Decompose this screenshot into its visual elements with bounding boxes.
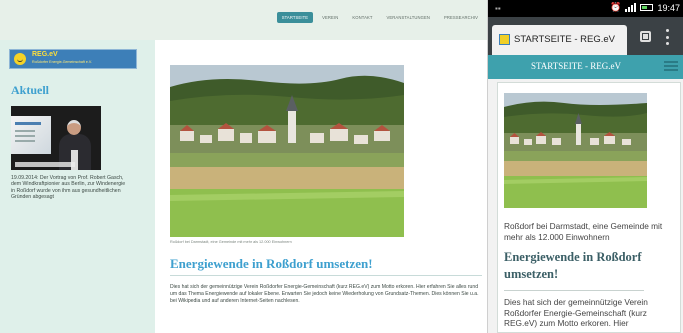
news-item-text: 19.09.2014: Der Vortrag von Prof. Robert… [11,175,126,201]
nav-item-pressearchiv[interactable]: PRESSEARCHIV [439,12,483,23]
mobile-header-title[interactable]: STARTSEITE - REG.eV [488,61,664,71]
overflow-menu-icon[interactable] [666,29,670,45]
notification-icon: ▪▪ [495,4,501,13]
title-divider [170,275,482,276]
tabs-icon[interactable] [640,31,651,42]
article-title[interactable]: Energiewende in Roßdorf umsetzen! [170,256,373,272]
nav-item-startseite[interactable]: STARTSEITE [276,12,314,23]
tab-title: STARTSEITE - REG.eV [514,34,616,45]
site-logo[interactable]: REG.eV Roßdorfer Energie-Gemeinschaft e.… [9,49,137,69]
village-photo [170,65,404,237]
mobile-site-view: ▪▪ ⏰ 19:47 STARTSEITE - REG.eV STARTSEIT… [487,0,683,333]
browser-tab[interactable]: STARTSEITE - REG.eV [492,25,627,55]
logo-name: REG.eV [32,51,58,58]
nav-item-kontakt[interactable]: KONTAKT [347,12,377,23]
logo-tagline: Roßdorfer Energie-Gemeinschaft e.V. [32,60,92,64]
news-heading: Aktuell [11,83,50,97]
video-caption-bar [15,162,75,167]
mobile-village-photo [504,93,647,208]
nav-item-veranstaltungen[interactable]: VERANSTALTUNGEN [382,12,435,23]
signal-icon [625,3,637,12]
sidebar: REG.eV Roßdorfer Energie-Gemeinschaft e.… [0,40,155,333]
nav-item-verein[interactable]: VEREIN [317,12,343,23]
main-navigation: STARTSEITE VEREIN KONTAKT VERANSTALTUNGE… [276,12,483,23]
presentation-screen [11,116,51,154]
video-thumbnail[interactable] [11,106,101,170]
mobile-article-text: Dies hat sich der gemeinnützige Verein R… [504,297,648,328]
main-content: Roßdorf bei Darmstadt, eine Gemeinde mit… [155,40,487,333]
status-time: 19:47 [657,2,680,13]
sun-logo-icon [14,53,26,65]
photo-caption: Roßdorf bei Darmstadt, eine Gemeinde mit… [170,240,292,244]
battery-icon [640,4,654,11]
status-icons: ⏰ 19:47 [610,2,680,13]
browser-tab-bar: STARTSEITE - REG.eV [488,17,683,55]
desktop-site-view: STARTSEITE VEREIN KONTAKT VERANSTALTUNGE… [0,0,487,333]
mobile-header: STARTSEITE - REG.eV [488,55,683,79]
alarm-icon: ⏰ [610,2,622,12]
mobile-article-title[interactable]: Energiewende in Roßdorf umsetzen! [504,249,679,283]
status-bar: ▪▪ ⏰ 19:47 [488,0,683,17]
hamburger-menu-icon[interactable] [664,61,678,71]
mobile-photo-caption: Roßdorf bei Darmstadt, eine Gemeinde mit… [504,221,663,242]
article-text: Dies hat sich der gemeinnützige Verein R… [170,284,479,305]
favicon-icon [499,34,510,45]
mobile-content: Roßdorf bei Darmstadt, eine Gemeinde mit… [497,82,681,333]
mobile-title-divider [504,290,644,291]
